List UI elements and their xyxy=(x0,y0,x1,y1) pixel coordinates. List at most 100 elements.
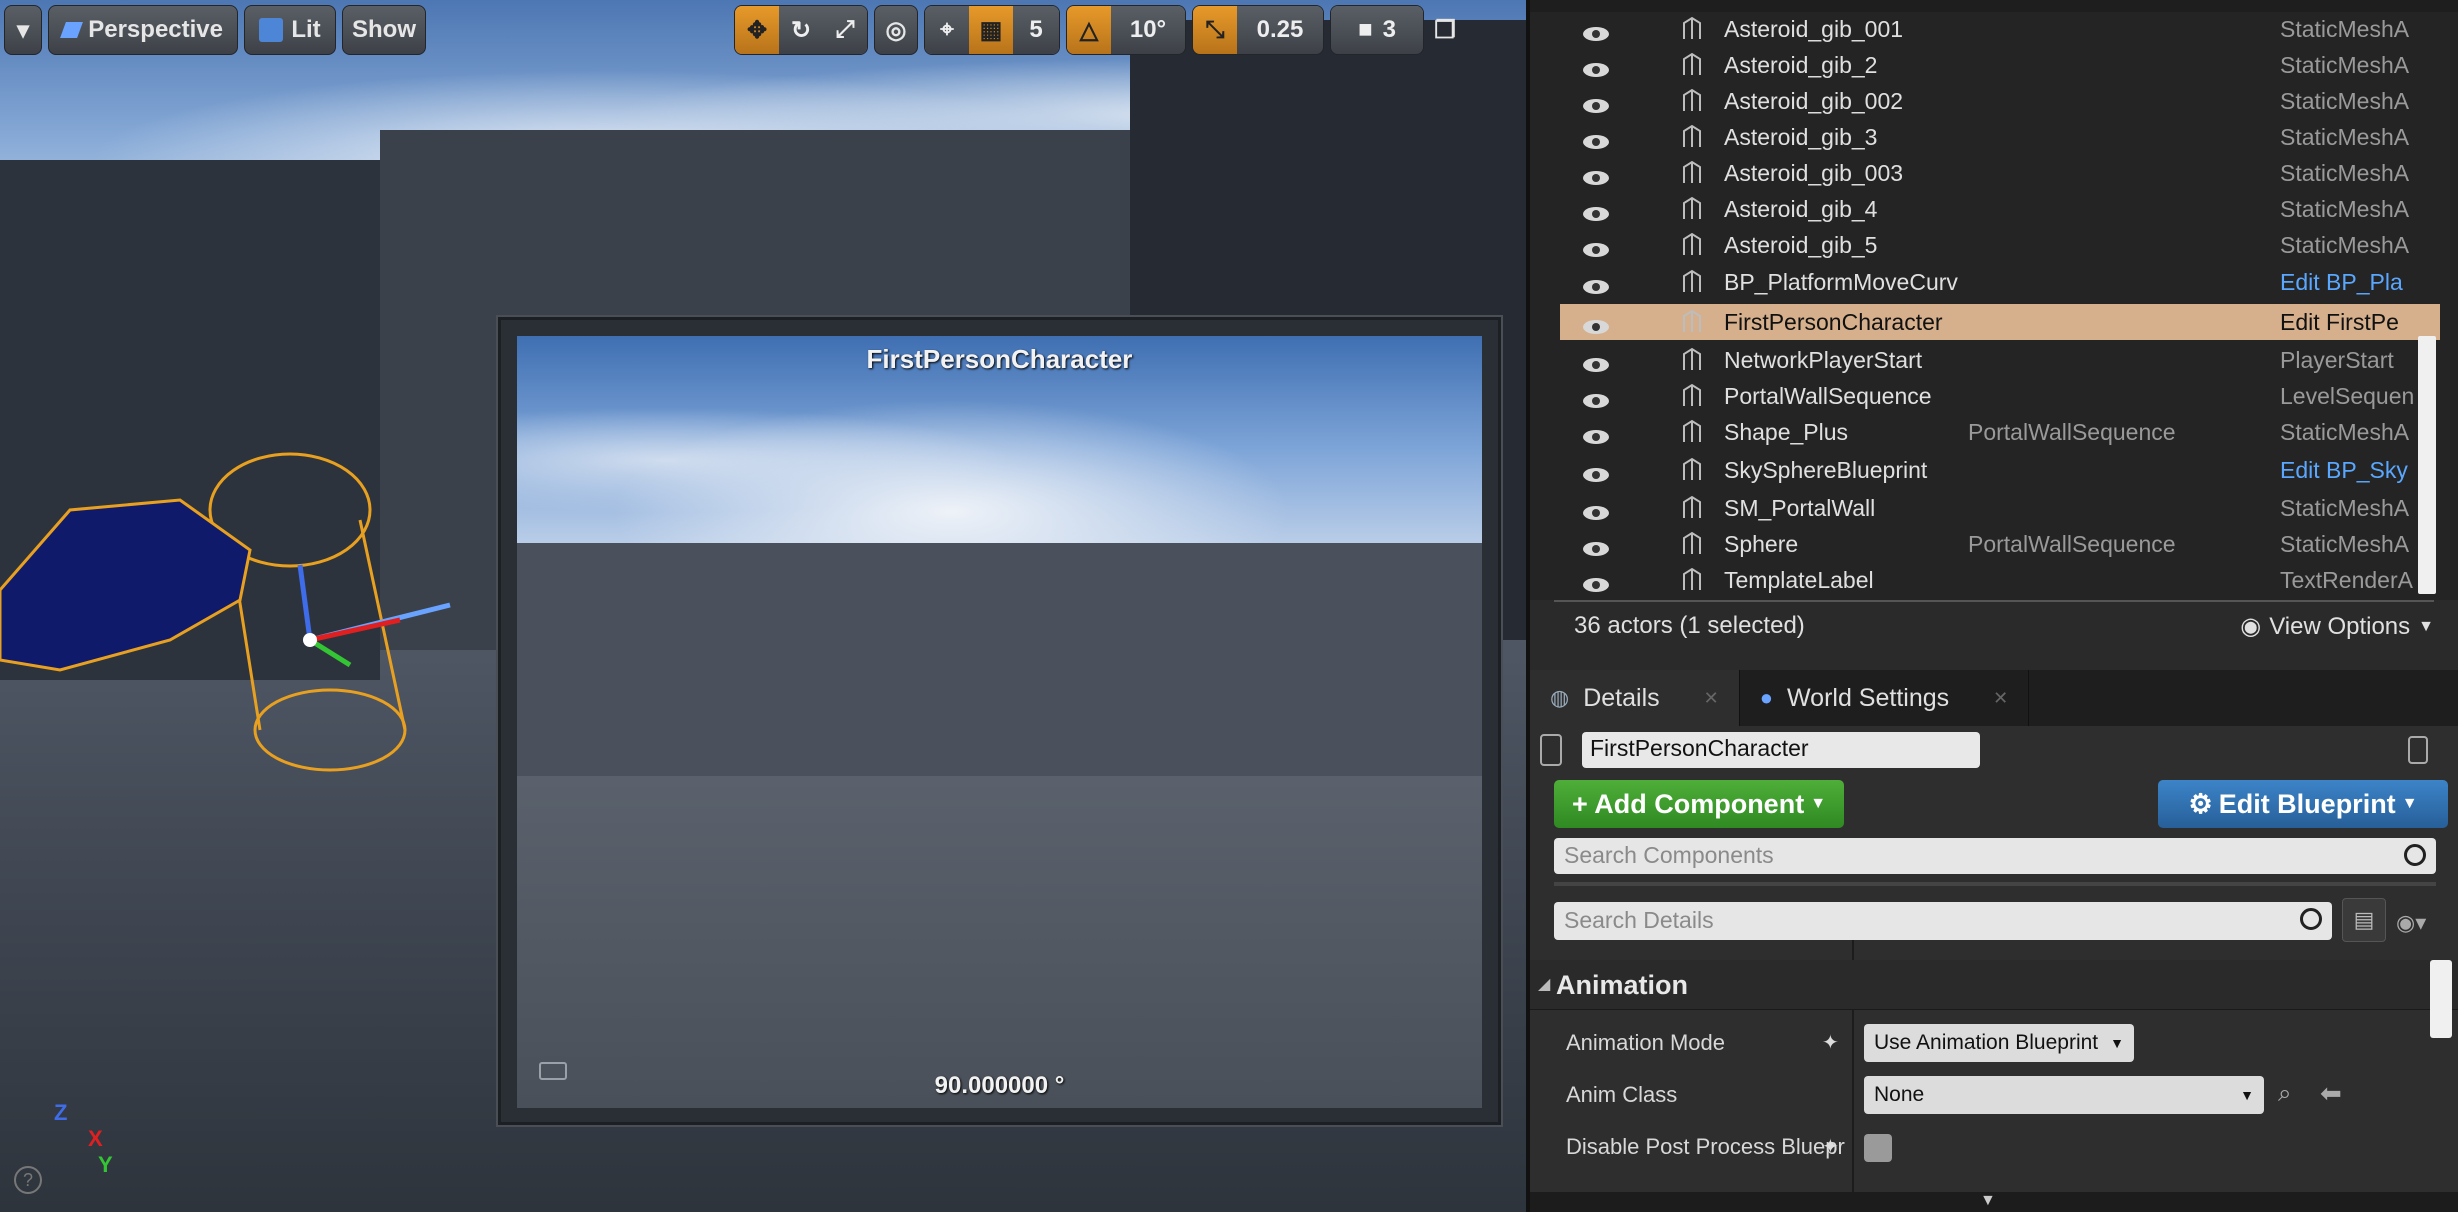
gizmo-y-arrow xyxy=(308,637,352,668)
static-mesh-icon xyxy=(1678,530,1706,558)
property-matrix-button[interactable]: ▤ xyxy=(2342,898,2386,942)
maximize-icon: ❐ xyxy=(1434,16,1456,44)
coordinate-system-button[interactable]: ◎ xyxy=(874,5,918,55)
help-icon[interactable]: ? xyxy=(14,1166,42,1194)
outliner-row[interactable]: Sphere PortalWallSequence StaticMeshA xyxy=(1560,526,2440,562)
visibility-eye-icon[interactable] xyxy=(1582,536,1610,556)
outliner-row-type: StaticMeshA xyxy=(2280,418,2410,445)
outliner-row[interactable]: TemplateLabel TextRenderA xyxy=(1560,562,2440,598)
outliner-scrollbar[interactable] xyxy=(2418,336,2436,594)
view-options-button[interactable]: ◉ View Options ▼ xyxy=(2240,612,2434,641)
static-mesh-icon xyxy=(1678,418,1706,446)
right-panel: Asteroid_gib_001 StaticMeshA Asteroid_gib_… xyxy=(1526,0,2458,1212)
visibility-eye-icon[interactable] xyxy=(1582,57,1610,77)
rotation-snap-toggle[interactable]: △ xyxy=(1067,6,1111,54)
use-selected-icon[interactable]: ⬅ xyxy=(2320,1078,2342,1109)
outliner-row[interactable]: FirstPersonCharacter Edit FirstPe xyxy=(1560,304,2440,340)
anim-class-dropdown[interactable]: None ▼ xyxy=(1864,1076,2264,1114)
close-icon[interactable]: ✕ xyxy=(1993,688,2008,709)
outliner-row-name: TemplateLabel xyxy=(1724,566,1874,593)
chevron-down-icon: ▼ xyxy=(2240,1087,2254,1103)
outliner-row[interactable]: Asteroid_gib_002 StaticMeshA xyxy=(1560,83,2440,119)
maximize-viewport-button[interactable]: ❐ xyxy=(1430,5,1460,55)
tab-details[interactable]: ◍ Details ✕ xyxy=(1530,670,1740,726)
expand-arrow-icon[interactable]: ▼ xyxy=(1980,1192,1996,1210)
character-gizmo[interactable] xyxy=(0,440,480,820)
visibility-eye-icon[interactable] xyxy=(1582,93,1610,113)
visibility-eye-icon[interactable] xyxy=(1582,165,1610,185)
search-details-placeholder: Search Details xyxy=(1564,907,1714,933)
edit-blueprint-button[interactable]: ⚙ Edit Blueprint ▼ xyxy=(2158,780,2448,828)
text-render-icon xyxy=(1678,566,1706,594)
outliner-row-name: Asteroid_gib_002 xyxy=(1724,87,1904,114)
search-components-placeholder: Search Components xyxy=(1564,842,1774,868)
blueprint-sphere-icon xyxy=(1678,268,1706,296)
level-viewport[interactable]: ▾ Perspective Lit Show ✥ ↻ ⤢ ◎ ⌖ ▦ 5 △ 1… xyxy=(0,0,1526,1212)
visibility-eye-icon[interactable] xyxy=(1582,388,1610,408)
outliner-row[interactable]: PortalWallSequence LevelSequen xyxy=(1560,378,2440,414)
show-button[interactable]: Show xyxy=(342,5,426,55)
viewport-options-dropdown[interactable]: ▾ xyxy=(4,5,42,55)
outliner-row[interactable]: Shape_Plus PortalWallSequence StaticMeshA xyxy=(1560,414,2440,450)
outliner-row[interactable]: NetworkPlayerStart PlayerStart xyxy=(1560,342,2440,378)
visibility-eye-icon[interactable] xyxy=(1582,352,1610,372)
axis-z-label: Z xyxy=(54,1100,68,1125)
visibility-filter-button[interactable]: ◉▾ xyxy=(2396,910,2432,935)
reset-icon[interactable]: ✦ xyxy=(1822,1134,1839,1159)
scale-snap-toggle[interactable]: ⤡ xyxy=(1193,6,1237,54)
visibility-eye-icon[interactable] xyxy=(1582,424,1610,444)
visibility-eye-icon[interactable] xyxy=(1582,314,1610,334)
visibility-eye-icon[interactable] xyxy=(1582,129,1610,149)
scale-mode-button[interactable]: ⤢ xyxy=(823,6,867,54)
add-component-button[interactable]: + Add Component ▼ xyxy=(1554,780,1844,828)
details-icon: ◍ xyxy=(1550,685,1570,710)
visibility-eye-icon[interactable] xyxy=(1582,237,1610,257)
property-label: Animation Mode xyxy=(1566,1030,1725,1055)
perspective-button[interactable]: Perspective xyxy=(48,5,238,55)
camera-speed-button[interactable]: ■ 3 xyxy=(1331,6,1423,54)
scale-snap-value[interactable]: 0.25 xyxy=(1237,6,1323,54)
surface-snap-button[interactable]: ⌖ xyxy=(925,6,969,54)
search-components-input[interactable]: Search Components xyxy=(1554,838,2436,874)
edit-blueprint-link[interactable]: Edit BP_Sky xyxy=(2280,457,2440,484)
edit-blueprint-link[interactable]: Edit BP_Pla xyxy=(2280,269,2440,296)
preview-title: FirstPersonCharacter xyxy=(866,344,1133,374)
preview-fov-angle: 90.000000 ° xyxy=(934,1072,1065,1099)
details-scrollbar[interactable] xyxy=(2430,960,2452,1038)
lock-icon[interactable] xyxy=(2408,736,2428,764)
animation-mode-dropdown[interactable]: Use Animation Blueprint ▼ xyxy=(1864,1024,2134,1062)
visibility-eye-icon[interactable] xyxy=(1582,274,1610,294)
outliner-row[interactable]: SkySphereBlueprint Edit BP_Sky xyxy=(1560,452,2440,488)
animation-section-header[interactable]: ◢ Animation xyxy=(1530,960,2458,1010)
search-details-input[interactable]: Search Details xyxy=(1554,902,2332,940)
edit-blueprint-link[interactable]: Edit FirstPe xyxy=(2280,309,2440,336)
visibility-eye-icon[interactable] xyxy=(1582,572,1610,592)
outliner-row[interactable]: Asteroid_gib_2 StaticMeshA xyxy=(1560,47,2440,83)
outliner-row[interactable]: Asteroid_gib_001 StaticMeshA xyxy=(1560,11,2440,47)
reset-icon[interactable]: ✦ xyxy=(1822,1030,1839,1055)
outliner-row[interactable]: Asteroid_gib_4 StaticMeshA xyxy=(1560,191,2440,227)
grid-snap-toggle[interactable]: ▦ xyxy=(969,6,1013,54)
visibility-eye-icon[interactable] xyxy=(1582,500,1610,520)
translate-mode-button[interactable]: ✥ xyxy=(735,6,779,54)
close-icon[interactable]: ✕ xyxy=(1704,688,1719,709)
outliner-row[interactable]: BP_PlatformMoveCurv Edit BP_Pla xyxy=(1560,264,2440,300)
outliner-row[interactable]: Asteroid_gib_003 StaticMeshA xyxy=(1560,155,2440,191)
scale-snap-value-label: 0.25 xyxy=(1256,16,1304,43)
visibility-eye-icon[interactable] xyxy=(1582,462,1610,482)
tab-world-settings[interactable]: ● World Settings ✕ xyxy=(1740,670,2030,726)
scale-snap-group: ⤡ 0.25 xyxy=(1192,5,1324,55)
rotation-snap-value[interactable]: 10° xyxy=(1111,6,1185,54)
outliner-row[interactable]: Asteroid_gib_5 StaticMeshA xyxy=(1560,227,2440,263)
grid-snap-value[interactable]: 5 xyxy=(1013,6,1059,54)
outliner-row[interactable]: SM_PortalWall StaticMeshA xyxy=(1560,490,2440,526)
actor-name-field[interactable]: FirstPersonCharacter xyxy=(1582,732,1980,768)
lit-button[interactable]: Lit xyxy=(244,5,336,55)
visibility-eye-icon[interactable] xyxy=(1582,201,1610,221)
browse-icon[interactable]: ⌕ xyxy=(2278,1080,2291,1108)
details-bottom-bar: ▼ xyxy=(1530,1192,2458,1212)
disable-post-process-checkbox[interactable] xyxy=(1864,1134,1892,1162)
rotate-mode-button[interactable]: ↻ xyxy=(779,6,823,54)
visibility-eye-icon[interactable] xyxy=(1582,21,1610,41)
outliner-row[interactable]: Asteroid_gib_3 StaticMeshA xyxy=(1560,119,2440,155)
